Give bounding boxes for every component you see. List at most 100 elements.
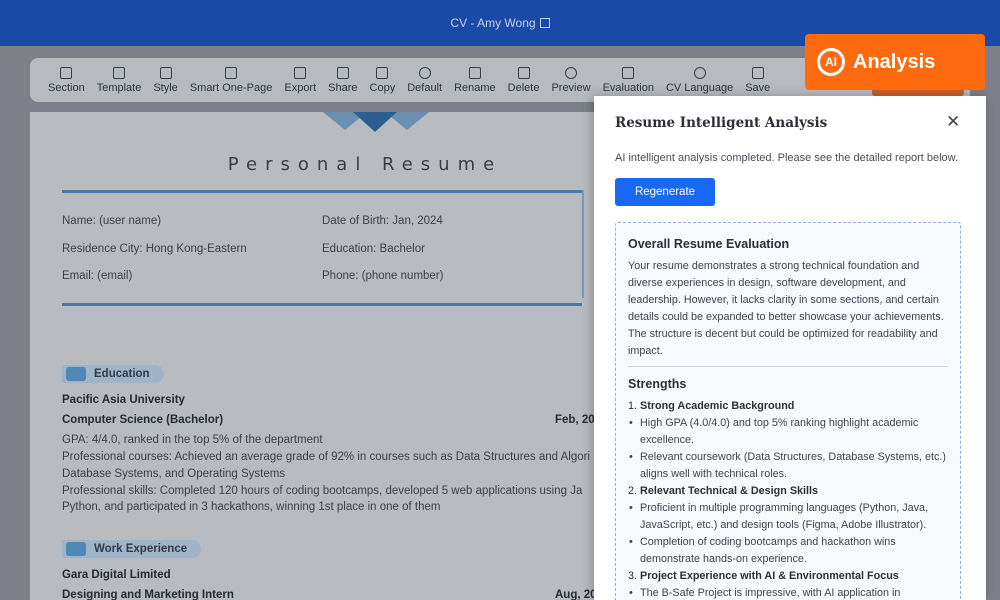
ai-logo-icon: AI [817,48,845,76]
education-line: Professional skills: Completed 120 hours… [62,485,583,497]
edit-title-icon[interactable] [539,18,550,28]
toolbar-section-button[interactable]: Section [42,58,91,102]
close-icon[interactable]: ✕ [946,112,960,132]
education-line: GPA: 4/4.0, ranked in the top 5% of the … [62,434,323,446]
education-major: Computer Science (Bachelor) [62,414,224,426]
toolbar-label: Default [407,81,443,94]
template-icon [113,66,126,79]
strength-title-text: Relevant Technical & Design Skills [640,485,819,497]
strength-number: 3. [628,570,638,582]
grid-icon [60,66,73,79]
work-date: Aug, 20 [555,589,597,600]
strength-bullet: High GPA (4.0/4.0) and top 5% ranking hi… [629,415,948,449]
toolbar-default-button[interactable]: Default [401,58,448,102]
toolbar-export-button[interactable]: Export [278,58,322,102]
overall-heading: Overall Resume Evaluation [628,237,790,251]
evaluation-icon [622,66,635,79]
toolbar-template-button[interactable]: Template [91,58,148,102]
strength-title: 1. Strong Academic Background [628,398,948,415]
toolbar-label: Save [745,81,771,94]
toolbar-label: Delete [507,81,540,94]
strength-bullet: Proficient in multiple programming langu… [629,500,948,534]
toolbar-label: Smart One-Page [189,81,273,94]
copy-icon [376,66,389,79]
divider [628,366,948,367]
section-tag-work-experience[interactable]: Work Experience [62,540,202,558]
header-rule-vertical [582,190,584,298]
strength-title-text: Strong Academic Background [640,400,795,412]
toolbar-label: Rename [454,81,496,94]
strength-item: 3. Project Experience with AI & Environm… [628,568,948,600]
strength-bullet: Completion of coding bootcamps and hacka… [629,534,948,568]
overall-text: Your resume demonstrates a strong techni… [628,260,944,357]
page-icon [225,66,238,79]
strength-item: 1. Strong Academic Background High GPA (… [628,398,948,483]
education-school: Pacific Asia University [62,394,185,406]
toolbar-label: Copy [369,81,396,94]
window-title: CV - Amy Wong [450,16,536,30]
rename-icon [468,66,481,79]
eye-icon [565,66,577,79]
toolbar-share-button[interactable]: Share [322,58,363,102]
toolbar-label: Evaluation [602,81,654,94]
analysis-badge-label: Analysis [853,50,936,73]
regenerate-button[interactable]: Regenerate [615,178,715,206]
education-date: Feb, 20 [555,414,595,426]
resume-title: Personal Resume [227,154,503,175]
header-ribbon [353,112,397,132]
export-icon [294,66,307,79]
share-icon [336,66,349,79]
info-phone: Phone: (phone number) [322,270,444,282]
info-rule [62,303,582,306]
strength-number: 1. [628,400,638,412]
globe-icon [693,66,706,79]
strength-title-text: Project Experience with AI & Environment… [640,570,899,582]
strength-title: 3. Project Experience with AI & Environm… [628,568,948,585]
header-rule [62,190,582,193]
toolbar-label: Share [328,81,358,94]
work-role: Designing and Marketing Intern [62,589,234,600]
info-dob: Date of Birth: Jan, 2024 [322,215,443,227]
check-circle-icon [418,66,431,79]
strength-bullet: Relevant coursework (Data Structures, Da… [629,449,948,483]
resume-paper: Personal Resume Name: (user name) Date o… [30,112,600,600]
toolbar-delete-button[interactable]: Delete [502,58,546,102]
save-icon [751,66,764,79]
style-icon [159,66,172,79]
toolbar-copy-button[interactable]: Copy [364,58,402,102]
section-icon [66,542,86,556]
toolbar-preview-button[interactable]: Preview [545,58,596,102]
education-line: Database Systems, and Operating Systems [62,468,286,480]
education-line: Professional courses: Achieved an averag… [62,451,591,463]
section-tag-education[interactable]: Education [62,365,164,383]
toolbar-label: Section [48,81,85,94]
analysis-badge[interactable]: AI Analysis [805,34,985,90]
strength-bullets: High GPA (4.0/4.0) and top 5% ranking hi… [628,415,948,483]
toolbar-label: CV Language [665,81,734,94]
info-city: Residence City: Hong Kong-Eastern [62,243,247,255]
strengths-list: 1. Strong Academic Background High GPA (… [628,398,948,600]
section-icon [66,367,86,381]
analysis-report: Overall Resume Evaluation Your resume de… [615,222,961,600]
strength-bullets: Proficient in multiple programming langu… [628,500,948,568]
strength-title: 2. Relevant Technical & Design Skills [628,483,948,500]
toolbar-label: Preview [551,81,591,94]
strengths-heading: Strengths [628,377,687,391]
toolbar-smart-one-page-button[interactable]: Smart One-Page [184,58,279,102]
toolbar-rename-button[interactable]: Rename [448,58,502,102]
toolbar-style-button[interactable]: Style [147,58,183,102]
info-education: Education: Bachelor [322,243,425,255]
education-line: Python, and participated in 3 hackathons… [62,501,441,513]
work-company: Gara Digital Limited [62,569,171,581]
section-heading: Work Experience [94,543,188,555]
info-name: Name: (user name) [62,215,162,227]
toolbar-label: Template [96,81,142,94]
strength-bullet: The B-Safe Project is impressive, with A… [629,585,948,600]
section-heading: Education [94,368,150,380]
strength-bullets: The B-Safe Project is impressive, with A… [628,585,948,600]
strength-item: 2. Relevant Technical & Design Skills Pr… [628,483,948,568]
toolbar-label: Style [153,81,178,94]
strength-number: 2. [628,485,638,497]
info-email: Email: (email) [62,270,133,282]
dialog-title: Resume Intelligent Analysis [615,115,828,131]
